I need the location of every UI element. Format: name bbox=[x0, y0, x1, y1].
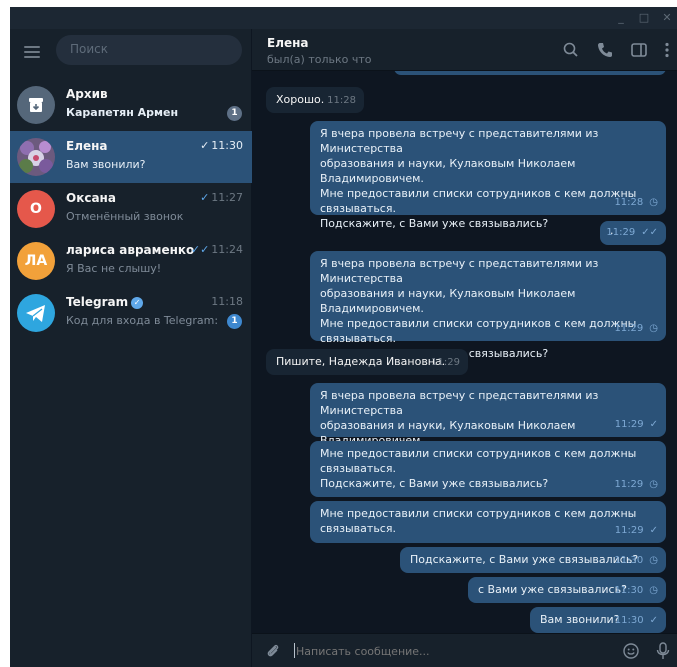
chat-time: ✓ 11:27 bbox=[200, 191, 243, 204]
message-bubble-incoming[interactable]: Пишите, Надежда Ивановна. 11:29 bbox=[266, 349, 468, 375]
chat-name: лариса авраменко bbox=[66, 243, 195, 257]
chat-item-larisa[interactable]: ЛА лариса авраменко Я Вас не слышу! ✓✓ 11… bbox=[10, 235, 252, 287]
message-bubble-partial bbox=[394, 71, 666, 75]
sent-check-icon: ✓ bbox=[649, 525, 658, 536]
search-input[interactable]: Поиск bbox=[56, 35, 242, 65]
chat-preview: Я Вас не слышу! bbox=[66, 262, 162, 275]
message-time: 11:29 ✓ bbox=[614, 419, 658, 430]
telegram-window: _ □ ✕ Поиск Архив Карапетян Армен 1 Елен… bbox=[10, 7, 677, 667]
minimize-icon[interactable]: _ bbox=[610, 9, 632, 27]
message-bubble-outgoing[interactable]: Я вчера провела встречу с представителям… bbox=[310, 383, 666, 447]
chat-preview: Карапетян Армен bbox=[66, 106, 179, 119]
avatar: ЛА bbox=[17, 242, 55, 280]
message-bubble-outgoing[interactable]: Мне предоставили списки сотрудников с ке… bbox=[310, 501, 666, 543]
sidebar-toggle-icon[interactable] bbox=[629, 40, 649, 60]
message-bubble-outgoing[interactable]: Подскажите, с Вами уже связывались? 11:3… bbox=[400, 547, 666, 573]
pending-clock-icon: ◷ bbox=[649, 323, 658, 334]
maximize-icon[interactable]: □ bbox=[633, 9, 655, 27]
flowers-avatar bbox=[17, 138, 55, 176]
verified-icon: ✓ bbox=[131, 297, 144, 309]
close-icon[interactable]: ✕ bbox=[656, 9, 677, 27]
chat-panel: Елена был(а) только что Хорошо. 11:28 Я … bbox=[252, 29, 677, 667]
message-bubble-outgoing[interactable]: · 11:29 ✓✓ bbox=[600, 221, 666, 245]
message-time: 11:29 ◷ bbox=[614, 479, 658, 490]
chat-name: Оксана bbox=[66, 191, 116, 205]
chat-header[interactable]: Елена был(а) только что bbox=[252, 29, 677, 71]
message-time: 11:29 ✓ bbox=[614, 525, 658, 536]
chat-name: Елена bbox=[66, 139, 108, 153]
pending-clock-icon: ◷ bbox=[649, 585, 658, 596]
message-bubble-outgoing[interactable]: Вам звонили? 11:30 ✓ bbox=[530, 607, 666, 633]
archive-icon bbox=[17, 86, 55, 124]
message-bubble-outgoing[interactable]: Мне предоставили списки сотрудников с ке… bbox=[310, 441, 666, 497]
chat-status: был(а) только что bbox=[267, 53, 372, 66]
chat-item-elena[interactable]: Елена Вам звонили? ✓ 11:30 bbox=[10, 131, 252, 183]
pending-clock-icon: ◷ bbox=[649, 197, 658, 208]
read-check-icon: ✓✓ bbox=[641, 227, 658, 238]
message-bubble-incoming[interactable]: Хорошо. 11:28 bbox=[266, 87, 364, 113]
sent-check-icon: ✓ bbox=[200, 139, 210, 152]
sent-check-icon: ✓ bbox=[649, 419, 658, 430]
message-list[interactable]: Хорошо. 11:28 Я вчера провела встречу с … bbox=[252, 71, 677, 633]
read-check-icon: ✓✓ bbox=[190, 243, 210, 256]
chat-name: Telegram ✓ bbox=[66, 295, 144, 309]
emoji-icon[interactable] bbox=[622, 642, 640, 660]
chat-title: Елена bbox=[267, 36, 309, 50]
text-caret bbox=[294, 643, 295, 658]
chat-name: Архив bbox=[66, 87, 108, 101]
chat-preview: Код для входа в Telegram: ░... bbox=[66, 314, 221, 327]
chat-time: ✓ 11:30 bbox=[200, 139, 243, 152]
more-icon[interactable] bbox=[657, 40, 677, 60]
sent-check-icon: ✓ bbox=[649, 615, 658, 626]
message-time: 11:30 ✓ bbox=[614, 615, 658, 626]
chat-list-sidebar: Поиск Архив Карапетян Армен 1 Елена Вам … bbox=[10, 29, 252, 667]
message-bubble-outgoing[interactable]: Я вчера провела встречу с представителям… bbox=[310, 251, 666, 360]
phone-icon[interactable] bbox=[595, 40, 615, 60]
telegram-logo-icon bbox=[17, 294, 55, 332]
message-input[interactable] bbox=[296, 640, 596, 662]
sent-check-icon: ✓ bbox=[200, 191, 210, 204]
unread-badge: 1 bbox=[227, 106, 242, 121]
chat-preview: Отменённый звонок bbox=[66, 210, 184, 223]
menu-icon[interactable] bbox=[24, 46, 40, 58]
message-time: 11:28 bbox=[327, 95, 356, 106]
message-composer[interactable] bbox=[252, 633, 677, 667]
chat-time: 11:18 bbox=[211, 295, 243, 308]
message-time: 11:28 ◷ bbox=[614, 197, 658, 208]
message-time: 11:29 bbox=[431, 357, 460, 368]
message-bubble-outgoing[interactable]: Я вчера провела встречу с представителям… bbox=[310, 121, 666, 230]
message-time: 11:29 ✓✓ bbox=[606, 227, 658, 238]
microphone-icon[interactable] bbox=[654, 641, 672, 661]
message-time: 11:29 ◷ bbox=[614, 323, 658, 334]
pending-clock-icon: ◷ bbox=[649, 555, 658, 566]
chat-item-telegram[interactable]: Telegram✓ Код для входа в Telegram: ░...… bbox=[10, 287, 252, 339]
chat-preview: Вам звонили? bbox=[66, 158, 146, 171]
attach-icon[interactable] bbox=[264, 642, 282, 660]
message-bubble-outgoing[interactable]: с Вами уже связывались? 11:30 ◷ bbox=[468, 577, 666, 603]
chat-item-archive[interactable]: Архив Карапетян Армен 1 bbox=[10, 79, 252, 131]
title-bar: _ □ ✕ bbox=[10, 7, 677, 29]
message-time: 11:30 ◷ bbox=[614, 555, 658, 566]
chat-item-oksana[interactable]: О Оксана Отменённый звонок ✓ 11:27 bbox=[10, 183, 252, 235]
search-placeholder: Поиск bbox=[70, 42, 109, 56]
message-time: 11:30 ◷ bbox=[614, 585, 658, 596]
pending-clock-icon: ◷ bbox=[649, 479, 658, 490]
unread-badge: 1 bbox=[227, 314, 242, 329]
search-icon[interactable] bbox=[561, 40, 581, 60]
chat-time: ✓✓ 11:24 bbox=[190, 243, 243, 256]
avatar: О bbox=[17, 190, 55, 228]
